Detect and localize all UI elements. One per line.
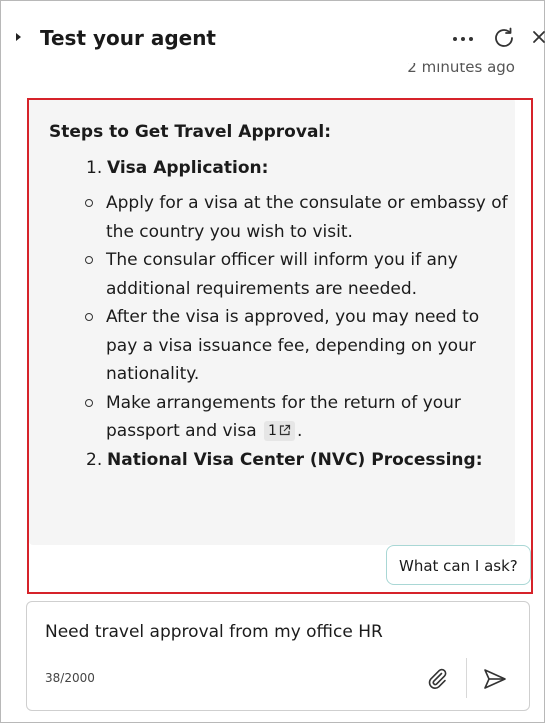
- sentence-period: .: [296, 421, 303, 441]
- attach-button[interactable]: [425, 666, 449, 690]
- close-icon: [533, 31, 545, 43]
- more-options-button[interactable]: [448, 26, 478, 50]
- message-content: Steps to Get Travel Approval: 1. Visa Ap…: [49, 118, 509, 474]
- suggestion-chip[interactable]: What can I ask?: [386, 545, 531, 585]
- step-item: 1. Visa Application:: [49, 154, 509, 183]
- external-link-icon: [279, 424, 291, 436]
- refresh-icon: [495, 27, 513, 47]
- chat-input-box: 38/2000: [26, 601, 530, 711]
- step-number: 2.: [86, 449, 103, 470]
- more-icon: [453, 37, 457, 41]
- panel-title: Test your agent: [40, 26, 216, 50]
- paperclip-icon: [428, 668, 447, 689]
- message-timestamp: 2 minutes ago: [407, 63, 515, 76]
- caret-right-icon[interactable]: [16, 33, 21, 41]
- sublist-item: The consular officer will inform you if …: [49, 246, 509, 303]
- message-heading: Steps to Get Travel Approval:: [49, 122, 332, 142]
- sublist-item: After the visa is approved, you may need…: [49, 303, 509, 389]
- sublist-item: Make arrangements for the return of your…: [49, 389, 509, 446]
- step-sublist: Apply for a visa at the consulate or emb…: [49, 189, 509, 446]
- close-button[interactable]: [530, 26, 545, 52]
- citation-number: 1: [268, 423, 277, 439]
- refresh-button[interactable]: [490, 24, 518, 52]
- sublist-item: Apply for a visa at the consulate or emb…: [49, 189, 509, 246]
- step-title: Visa Application:: [107, 157, 269, 178]
- chat-input[interactable]: [45, 622, 505, 642]
- send-button[interactable]: [482, 666, 508, 692]
- citation-link[interactable]: 1: [264, 421, 295, 441]
- step-item: 2. National Visa Center (NVC) Processing…: [49, 446, 509, 475]
- input-divider: [466, 658, 467, 698]
- send-icon: [484, 669, 506, 689]
- step-number: 1.: [86, 157, 103, 178]
- agent-message-card: Steps to Get Travel Approval: 1. Visa Ap…: [29, 98, 515, 545]
- panel-header: Test your agent 2 minutes ago: [0, 0, 545, 80]
- character-count: 38/2000: [45, 671, 95, 685]
- step-title: National Visa Center (NVC) Processing:: [107, 449, 483, 470]
